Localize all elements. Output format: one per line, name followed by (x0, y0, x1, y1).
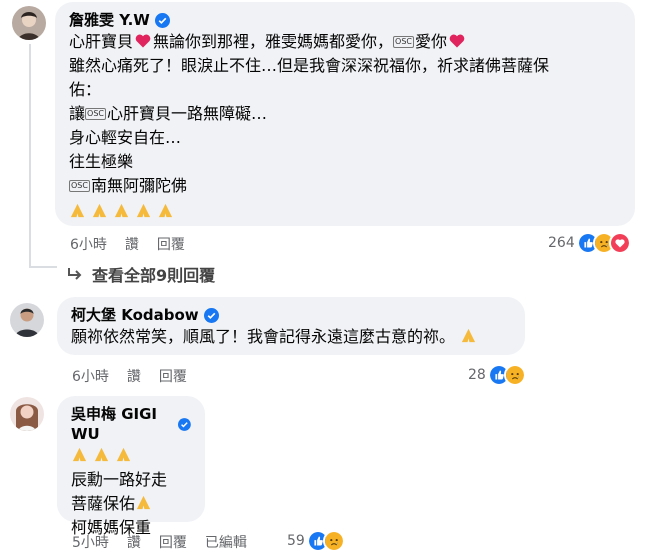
pray-emoji-row (71, 444, 191, 468)
reply-button[interactable]: 回覆 (159, 366, 187, 386)
verified-badge-icon (178, 417, 191, 431)
control-char-glyph: OSC (393, 36, 414, 48)
comment-actions: 5小時 讚 回覆 已編輯 (72, 532, 247, 552)
folded-hands-icon (94, 447, 109, 462)
pray-emoji-row (69, 200, 621, 224)
reaction-count: 59 (287, 533, 305, 549)
reaction-summary[interactable]: 264 (548, 232, 631, 254)
comment-actions: 6小時 讚 回覆 (70, 234, 185, 254)
folded-hands-icon (117, 447, 131, 462)
commenter-name[interactable]: 柯大堡 Kodabow (71, 305, 199, 325)
comment-timestamp[interactable]: 6小時 (72, 366, 109, 386)
comment-bubble: 詹雅雯 Y.W 心肝寶貝 無論你到那裡，雅雯媽媽都愛你， OSC 愛你 雖然心痛死了！… (55, 2, 635, 226)
avatar-gigi-wu[interactable] (10, 397, 44, 431)
verified-badge-icon (203, 307, 219, 323)
reaction-summary[interactable]: 28 (468, 364, 526, 386)
comment-timestamp[interactable]: 5小時 (72, 532, 109, 552)
control-char-glyph: OSC (85, 108, 106, 120)
folded-hands-icon (137, 203, 151, 218)
red-heart-icon (135, 34, 151, 48)
comment-text: 南無阿彌陀佛 (90, 176, 187, 195)
comment-text: 心肝寶貝 (69, 32, 134, 51)
sad-reaction-icon (503, 364, 526, 386)
reply-arrow-icon (68, 268, 82, 280)
comment-text: 辰勳一路好走 (71, 470, 168, 489)
view-more-replies[interactable]: 查看全部9則回覆 (66, 262, 215, 286)
comment-actions: 6小時 讚 回覆 (72, 366, 187, 386)
thread-line (29, 44, 31, 266)
control-char-glyph: OSC (69, 180, 90, 192)
avatar-zhan-yawen[interactable] (12, 6, 46, 40)
thread-branch (29, 266, 57, 268)
comment-text: 無論你到那裡，雅雯媽媽都愛你， (153, 32, 394, 51)
edited-label[interactable]: 已編輯 (205, 532, 247, 552)
comment-text: 讓 (69, 104, 86, 123)
folded-hands-icon (159, 203, 173, 218)
reply-button[interactable]: 回覆 (159, 532, 187, 552)
comment-text: 身心輕安自在… (69, 128, 182, 147)
view-more-replies-label: 查看全部9則回覆 (92, 266, 216, 285)
like-button[interactable]: 讚 (127, 532, 141, 552)
commenter-name[interactable]: 吳申梅 GIGI WU (71, 404, 173, 444)
comment-bubble: 柯大堡 Kodabow 願祢依然常笑，順風了！我會記得永遠這麼古意的祢。 (57, 297, 525, 355)
reaction-count: 28 (468, 367, 486, 383)
like-button[interactable]: 讚 (125, 234, 139, 254)
comment-timestamp[interactable]: 6小時 (70, 234, 107, 254)
reaction-summary[interactable]: 59 (287, 530, 345, 552)
sad-reaction-icon (322, 530, 345, 552)
folded-hands-icon (136, 495, 151, 510)
folded-hands-icon (72, 447, 87, 462)
reply-button[interactable]: 回覆 (157, 234, 185, 254)
red-heart-icon (449, 34, 465, 48)
comment-text: 雖然心痛死了！眼淚止不住…但是我會深深祝福你，祈求諸佛菩薩保 (69, 56, 550, 75)
folded-hands-icon (115, 203, 129, 218)
comment-text: 菩薩保佑 (71, 494, 136, 513)
folded-hands-icon (461, 328, 476, 343)
comment-text: 心肝寶貝一路無障礙… (106, 104, 267, 123)
comment-text: 願祢依然常笑，順風了！我會記得永遠這麼古意的祢。 (71, 327, 456, 346)
avatar-kodabow[interactable] (10, 303, 44, 337)
comment-bubble: 吳申梅 GIGI WU 辰勳一路好走 菩薩保佑 柯媽媽保重 (57, 396, 205, 537)
verified-badge-icon (154, 12, 170, 28)
love-reaction-icon (608, 232, 631, 254)
like-button[interactable]: 讚 (127, 366, 141, 386)
comment-text: 往生極樂 (69, 152, 134, 171)
comment-text: 佑： (69, 80, 102, 99)
comment-text: 愛你 (415, 32, 448, 51)
commenter-name[interactable]: 詹雅雯 Y.W (69, 10, 150, 30)
folded-hands-icon (92, 203, 107, 218)
reaction-count: 264 (548, 235, 575, 251)
folded-hands-icon (70, 203, 85, 218)
